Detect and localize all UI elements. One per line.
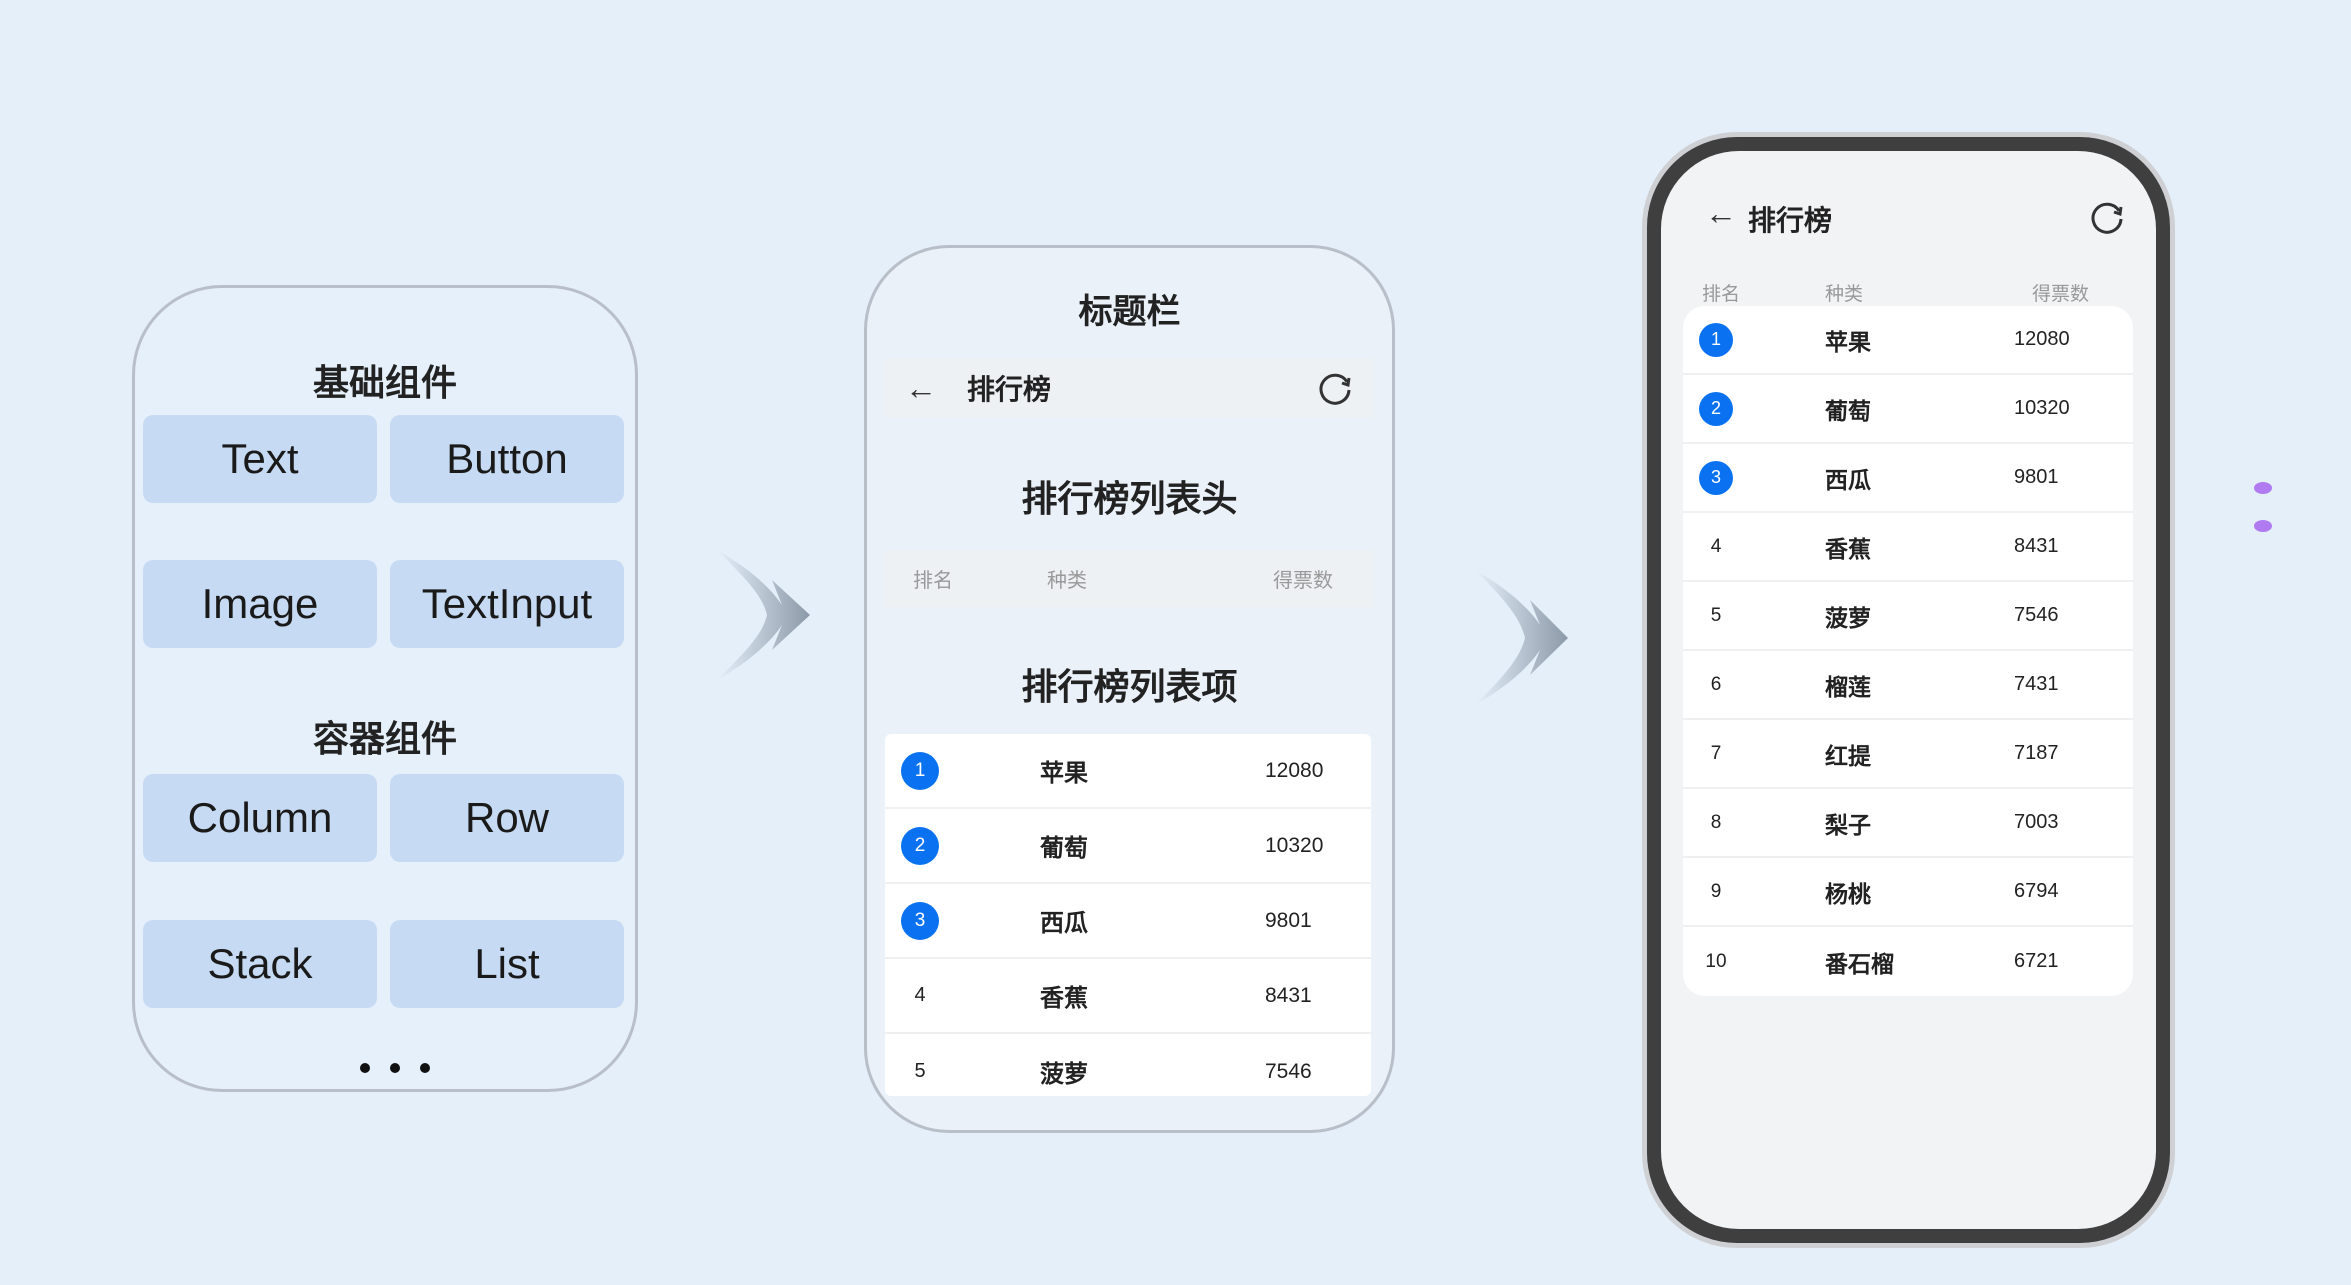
breakdown-phone: 标题栏 ← 排行榜 排行榜列表头 排名 种类 得票数 排行榜列表项 1 苹果 120…: [864, 245, 1395, 1133]
flow-arrow-icon: [1475, 570, 1568, 705]
fruit-name: 苹果: [1040, 760, 1088, 787]
list-item[interactable]: 3 西瓜 9801: [885, 884, 1371, 959]
col-type: 种类: [1047, 570, 1087, 592]
rank-badge: 1: [1699, 322, 1733, 357]
component-column[interactable]: Column: [143, 774, 377, 862]
col-type: 种类: [1825, 284, 1864, 305]
rank-badge: 9: [1710, 880, 1722, 902]
rank-badge: 2: [1699, 391, 1733, 426]
rank-badge: 2: [901, 826, 939, 865]
fruit-name: 梨子: [1825, 811, 1871, 838]
title-bar-label: 标题栏: [1078, 293, 1181, 331]
vote-count: 12080: [2014, 328, 2070, 350]
vote-count: 9801: [1265, 908, 1312, 932]
list-item[interactable]: 1 苹果 12080: [885, 734, 1371, 809]
rank-badge: 3: [901, 901, 939, 940]
fruit-name: 葡萄: [1040, 835, 1088, 862]
list-item[interactable]: 8 梨子 7003: [1683, 789, 2133, 858]
ranking-list: 1 苹果 12080 2 葡萄 10320 3 西瓜 9801 4 香蕉 8431 5 菠萝 7546: [885, 734, 1371, 1096]
component-palette-phone: 基础组件 Text Button Image TextInput 容器组件 Co…: [132, 285, 638, 1092]
refresh-icon[interactable]: [1317, 370, 1353, 406]
list-item[interactable]: 9 杨桃 6794: [1683, 858, 2133, 927]
app-title: 排行榜: [967, 374, 1052, 405]
vote-count: 6794: [2014, 880, 2059, 902]
fruit-name: 西瓜: [1825, 466, 1871, 493]
fruit-name: 西瓜: [1040, 910, 1088, 937]
list-item[interactable]: 3 西瓜 9801: [1683, 444, 2133, 513]
fruit-name: 菠萝: [1825, 604, 1871, 631]
fruit-name: 菠萝: [1040, 1061, 1088, 1088]
fruit-name: 红提: [1825, 742, 1871, 769]
fruit-name: 葡萄: [1825, 397, 1871, 424]
back-arrow-icon[interactable]: ←: [905, 370, 937, 407]
basic-components-title: 基础组件: [312, 362, 457, 403]
fruit-name: 苹果: [1825, 328, 1871, 355]
rank-badge: 5: [1710, 604, 1722, 626]
rank-badge: 1: [901, 751, 939, 790]
list-header: 排名 种类 得票数: [885, 550, 1373, 607]
list-item[interactable]: 4 香蕉 8431: [1683, 513, 2133, 582]
refresh-icon[interactable]: [2089, 199, 2125, 235]
rank-badge: 8: [1710, 811, 1722, 833]
list-item[interactable]: 4 香蕉 8431: [885, 959, 1371, 1034]
vote-count: 10320: [1265, 833, 1324, 857]
list-item[interactable]: 2 葡萄 10320: [1683, 375, 2133, 444]
vote-count: 10320: [2014, 397, 2070, 419]
back-arrow-icon[interactable]: ←: [1705, 195, 1737, 232]
list-item[interactable]: 5 菠萝 7546: [1683, 582, 2133, 651]
vote-count: 9801: [2014, 466, 2059, 488]
rank-badge: 6: [1710, 673, 1722, 695]
component-stack[interactable]: Stack: [143, 920, 377, 1008]
fruit-name: 番石榴: [1825, 950, 1894, 977]
vote-count: 7431: [2014, 673, 2059, 695]
list-item[interactable]: 10 番石榴 6721: [1683, 927, 2133, 996]
ranking-list: 1 苹果 12080 2 葡萄 10320 3 西瓜 9801 4 香蕉 8431 5 菠萝 7546 6 榴莲…: [1683, 306, 2133, 996]
more-ellipsis-icon: [360, 1063, 430, 1073]
rank-badge: 4: [1710, 535, 1722, 557]
result-phone: ← 排行榜 排名 种类 得票数 1 苹果 12080 2 葡萄 10320 3 西瓜 9801 4…: [1642, 132, 2175, 1248]
component-textinput[interactable]: TextInput: [390, 560, 624, 648]
fruit-name: 香蕉: [1040, 985, 1088, 1012]
fruit-name: 榴莲: [1825, 673, 1871, 700]
rank-badge: 7: [1710, 742, 1722, 764]
rank-badge: 4: [914, 984, 926, 1006]
title-bar: ← 排行榜: [885, 358, 1373, 418]
col-votes: 得票数: [1273, 570, 1333, 592]
component-image[interactable]: Image: [143, 560, 377, 648]
component-list[interactable]: List: [390, 920, 624, 1008]
fruit-name: 杨桃: [1825, 880, 1871, 907]
vote-count: 7546: [1265, 1059, 1312, 1083]
component-button[interactable]: Button: [390, 415, 624, 503]
rank-badge: 5: [914, 1060, 926, 1082]
vote-count: 6721: [2014, 950, 2059, 972]
list-header-label: 排行榜列表头: [1021, 478, 1238, 519]
vote-count: 7546: [2014, 604, 2059, 626]
list-items-label: 排行榜列表项: [1021, 666, 1238, 707]
fruit-name: 香蕉: [1825, 535, 1871, 562]
col-rank: 排名: [1702, 284, 1741, 305]
rank-badge: 10: [1705, 950, 1727, 972]
list-item[interactable]: 7 红提 7187: [1683, 720, 2133, 789]
app-title: 排行榜: [1748, 205, 1833, 236]
list-item[interactable]: 1 苹果 12080: [1683, 306, 2133, 375]
vote-count: 8431: [2014, 535, 2059, 557]
col-rank: 排名: [913, 570, 953, 592]
decoration-dot: [2254, 520, 2272, 532]
list-item[interactable]: 2 葡萄 10320: [885, 809, 1371, 884]
vote-count: 7187: [2014, 742, 2059, 764]
container-components-title: 容器组件: [312, 718, 457, 759]
vote-count: 12080: [1265, 758, 1324, 782]
vote-count: 7003: [2014, 811, 2059, 833]
component-text[interactable]: Text: [143, 415, 377, 503]
list-item[interactable]: 5 菠萝 7546: [885, 1034, 1371, 1109]
decoration-dot: [2254, 482, 2272, 494]
component-row[interactable]: Row: [390, 774, 624, 862]
vote-count: 8431: [1265, 983, 1312, 1007]
list-item[interactable]: 6 榴莲 7431: [1683, 651, 2133, 720]
rank-badge: 3: [1699, 460, 1733, 495]
col-votes: 得票数: [2032, 284, 2090, 305]
flow-arrow-icon: [717, 550, 810, 680]
